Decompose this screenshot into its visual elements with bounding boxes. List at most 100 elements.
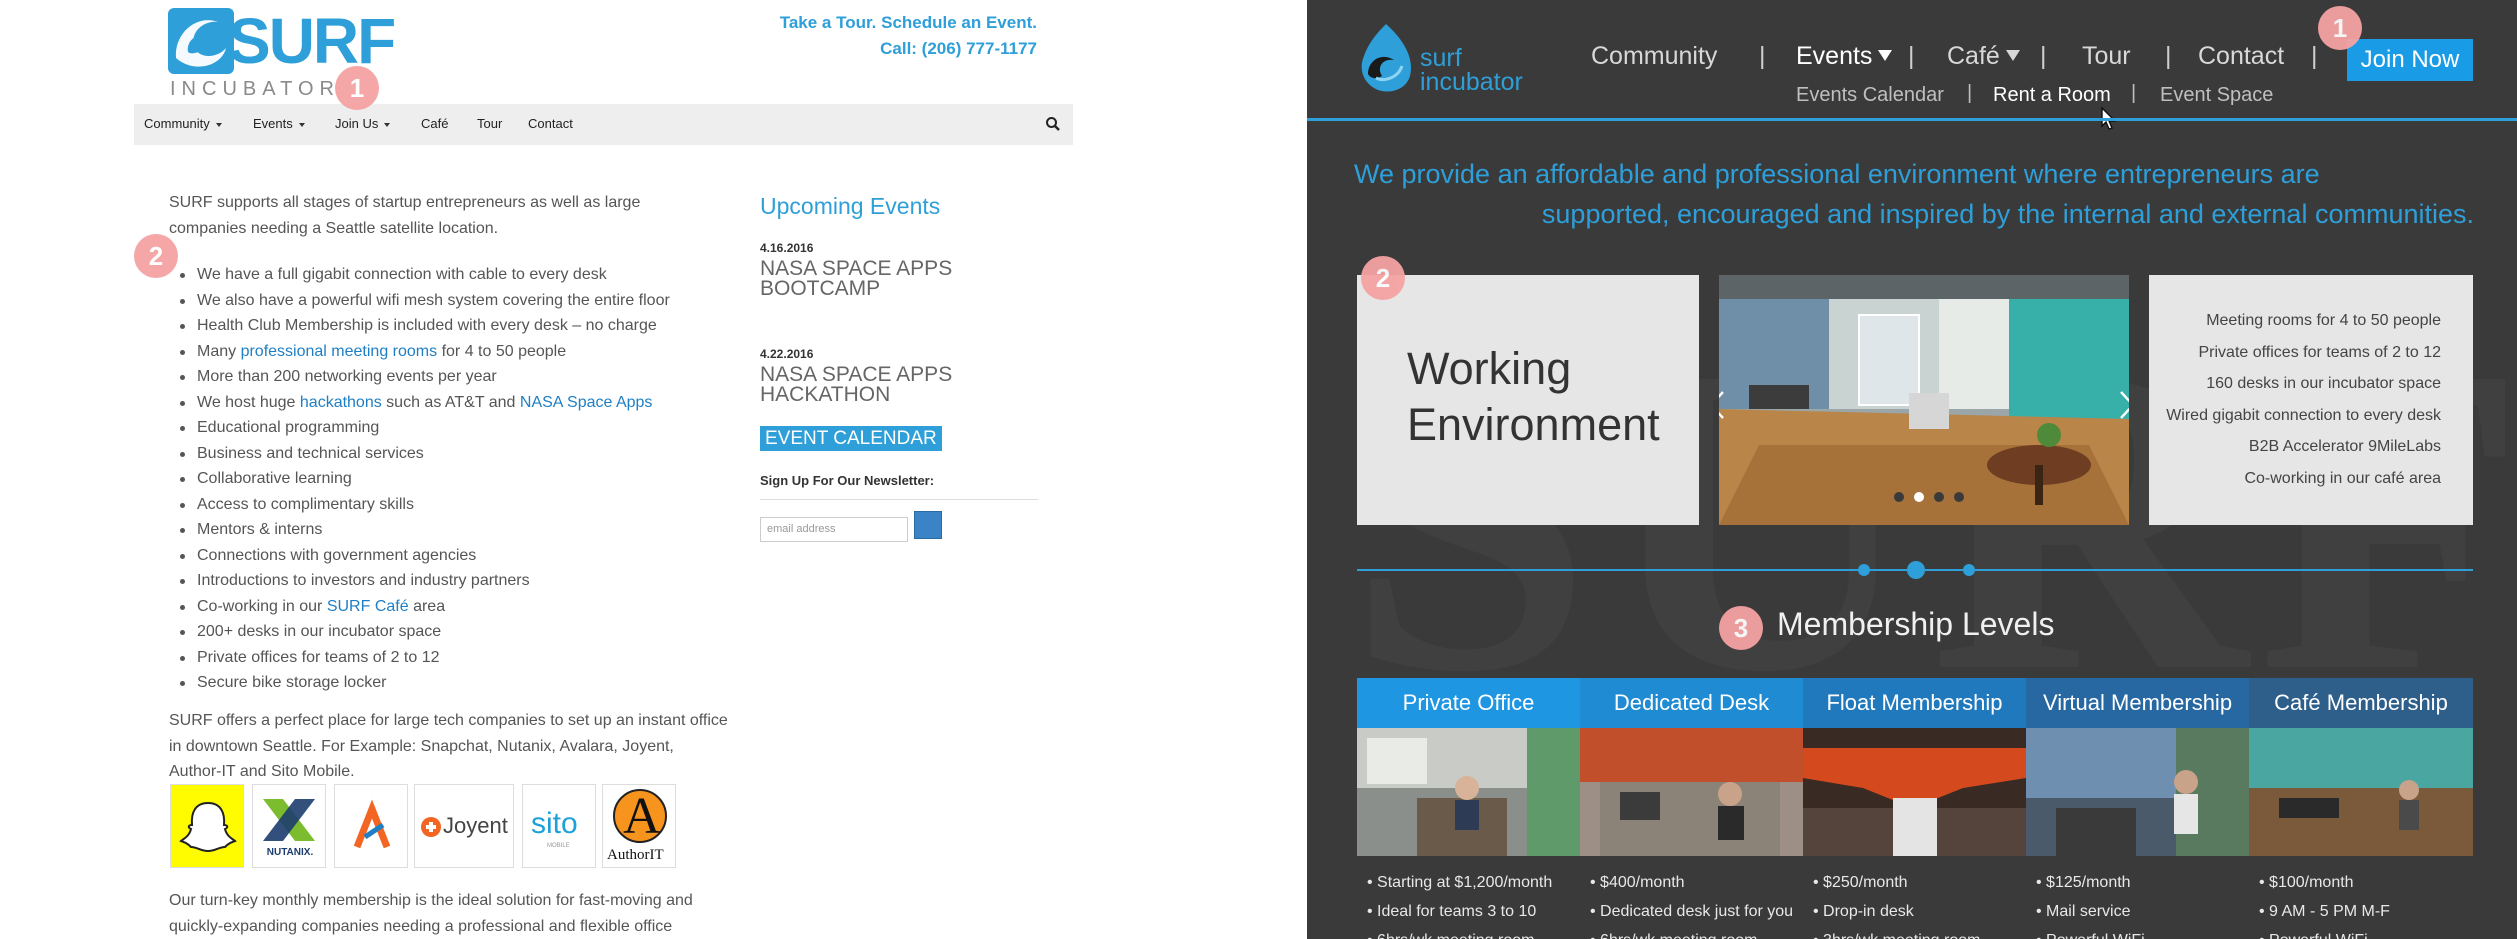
- subnav-rent-a-room[interactable]: Rent a Room: [1993, 84, 2111, 107]
- tier-cafe-membership[interactable]: Café Membership • $100/month • 9 AM - 5 …: [2249, 678, 2473, 939]
- tier-header[interactable]: Virtual Membership: [2026, 678, 2249, 728]
- tour-event-link[interactable]: Take a Tour. Schedule an Event.: [780, 10, 1037, 36]
- annotation-badge-3: 3: [1719, 606, 1763, 650]
- list-item-text: Health Club Membership is included with …: [197, 317, 657, 334]
- tier-private-office[interactable]: Private Office • Starting at $1,200/mont…: [1357, 678, 1580, 939]
- email-field[interactable]: email address: [760, 517, 908, 542]
- nav-cafe-label: Café: [1947, 42, 2000, 70]
- nav-separator: |: [2165, 42, 2172, 70]
- chevron-down-icon: [384, 122, 391, 127]
- list-item-text: Introductions to investors and industry …: [197, 572, 530, 589]
- tier-header[interactable]: Dedicated Desk: [1580, 678, 1803, 728]
- nav-events[interactable]: Events: [253, 116, 305, 131]
- surf-cafe-link[interactable]: SURF Café: [327, 598, 409, 615]
- list-item: Wired gigabit connection to every desk: [2166, 406, 2441, 424]
- slide-feature-list: Meeting rooms for 4 to 50 people Private…: [2166, 305, 2441, 494]
- list-item: Private offices for teams of 2 to 12: [2198, 343, 2442, 361]
- sito-logo-sub: MOBILE: [547, 843, 570, 849]
- nav-join-us[interactable]: Join Us: [335, 116, 391, 131]
- surf-drop-icon: [1361, 24, 1411, 92]
- nav-separator: |: [2040, 42, 2047, 70]
- slider-dot[interactable]: [1894, 492, 1904, 502]
- nav-contact-label: Contact: [528, 116, 573, 131]
- search-icon[interactable]: [1045, 116, 1061, 132]
- hackathons-link[interactable]: hackathons: [300, 394, 382, 411]
- tier-header[interactable]: Private Office: [1357, 678, 1580, 728]
- author-it-logo-letter: A: [623, 788, 661, 845]
- surf-incubator-logo[interactable]: surf incubator: [1354, 20, 1534, 96]
- divider-dot: [1963, 564, 1975, 576]
- slider-dot[interactable]: [1934, 492, 1944, 502]
- nav-separator: |: [1759, 42, 1766, 70]
- list-item-text: Educational programming: [197, 419, 380, 436]
- list-item-text: Many: [197, 342, 241, 360]
- slider-dot-active[interactable]: [1914, 492, 1924, 502]
- surf-logo-sub: INCUBATOR: [170, 78, 340, 100]
- nav-cafe[interactable]: Café: [1947, 42, 2020, 71]
- list-item: 200+ desks in our incubator space: [169, 619, 729, 645]
- tagline-line-2: supported, encouraged and inspired by th…: [1541, 199, 2474, 229]
- divider-dot: [1858, 564, 1870, 576]
- newsletter-submit-button[interactable]: [914, 511, 942, 539]
- list-item: Business and technical services: [169, 441, 729, 467]
- joyent-logo-text: Joyent: [443, 813, 508, 838]
- nav-tour[interactable]: Tour: [2082, 42, 2131, 71]
- list-item-text: Private offices for teams of 2 to 12: [197, 648, 440, 666]
- list-item: Collaborative learning: [169, 466, 729, 492]
- nav-contact[interactable]: Contact: [528, 116, 573, 131]
- subnav-separator: |: [1967, 82, 1973, 104]
- slide-title-line-2: Environment: [1407, 399, 1660, 450]
- divider-dot: [1907, 561, 1925, 579]
- subnav-events-calendar[interactable]: Events Calendar: [1796, 84, 1944, 107]
- surf-incubator-logo-text: surf incubator: [1420, 46, 1523, 95]
- event-title-link[interactable]: NASA SPACE APPS HACKATHON: [760, 364, 1000, 405]
- tier-header[interactable]: Café Membership: [2249, 678, 2473, 728]
- list-item-text: We also have a powerful wifi mesh system…: [197, 291, 670, 309]
- list-item: Co-working in our café area: [2244, 469, 2441, 487]
- author-it-logo: A AuthorIT: [602, 784, 676, 868]
- nav-events[interactable]: Events: [1796, 42, 1893, 71]
- tagline-line-1: We provide an affordable and professiona…: [1354, 159, 2320, 189]
- phone-link[interactable]: Call: (206) 777-1177: [780, 36, 1037, 62]
- slide-features-panel: Meeting rooms for 4 to 50 people Private…: [2149, 275, 2473, 525]
- nav-events-label: Events: [1796, 42, 1873, 70]
- nav-cafe-label: Café: [421, 116, 449, 131]
- nav-tour[interactable]: Tour: [477, 116, 502, 131]
- tier-details: • $100/month • 9 AM - 5 PM M-F • Powerfu…: [2249, 856, 2473, 939]
- join-now-button[interactable]: Join Now: [2347, 39, 2473, 81]
- list-item: • $125/month: [2036, 874, 2131, 891]
- event-date: 4.22.2016: [760, 347, 814, 361]
- nav-community[interactable]: Community: [1591, 42, 1717, 71]
- newsletter-label: Sign Up For Our Newsletter:: [760, 473, 935, 488]
- main-nav: Community Events Join Us Café Tour Conta…: [134, 104, 1073, 145]
- tagline: We provide an affordable and professiona…: [1354, 154, 2474, 234]
- list-item-text: Mentors & interns: [197, 521, 323, 538]
- nasa-space-apps-link[interactable]: NASA Space Apps: [520, 394, 653, 411]
- intro-paragraph: SURF supports all stages of startup entr…: [169, 194, 641, 237]
- tier-float-membership[interactable]: Float Membership • $250/month • Drop-in …: [1803, 678, 2026, 939]
- nav-events-label: Events: [253, 116, 293, 131]
- surf-logo[interactable]: SURF INCUBATOR: [168, 5, 396, 100]
- list-item: • 3hrs/wk meeting room: [1813, 926, 2026, 939]
- caret-down-icon: [1878, 49, 1893, 61]
- tier-virtual-membership[interactable]: Virtual Membership • $125/month • Mail s…: [2026, 678, 2249, 939]
- list-item: B2B Accelerator 9MileLabs: [2248, 438, 2441, 455]
- list-item: • Ideal for teams 3 to 10: [1367, 903, 1537, 920]
- annotation-badge-1: 1: [335, 66, 379, 110]
- nav-community[interactable]: Community: [144, 116, 222, 131]
- nav-cafe[interactable]: Café: [421, 116, 448, 131]
- slide-title-line-1: Working: [1407, 343, 1572, 394]
- tier-details: • $250/month • Drop-in desk • 3hrs/wk me…: [1803, 856, 2026, 939]
- subnav-event-space[interactable]: Event Space: [2160, 84, 2273, 107]
- event-calendar-button[interactable]: EVENT CALENDAR: [760, 426, 942, 451]
- nav-contact[interactable]: Contact: [2198, 42, 2284, 71]
- list-item: • $400/month: [1590, 874, 1685, 891]
- chevron-down-icon: [215, 122, 222, 127]
- meeting-rooms-link[interactable]: professional meeting rooms: [241, 343, 438, 360]
- tier-dedicated-desk[interactable]: Dedicated Desk • $400/month • Dedicated …: [1580, 678, 1803, 939]
- list-item: • 9 AM - 5 PM M-F: [2259, 903, 2390, 920]
- tier-details: • $400/month • Dedicated desk just for y…: [1580, 856, 1803, 939]
- event-title-link[interactable]: NASA SPACE APPS BOOTCAMP: [760, 258, 1000, 299]
- slider-dot[interactable]: [1954, 492, 1964, 502]
- tier-header[interactable]: Float Membership: [1803, 678, 2026, 728]
